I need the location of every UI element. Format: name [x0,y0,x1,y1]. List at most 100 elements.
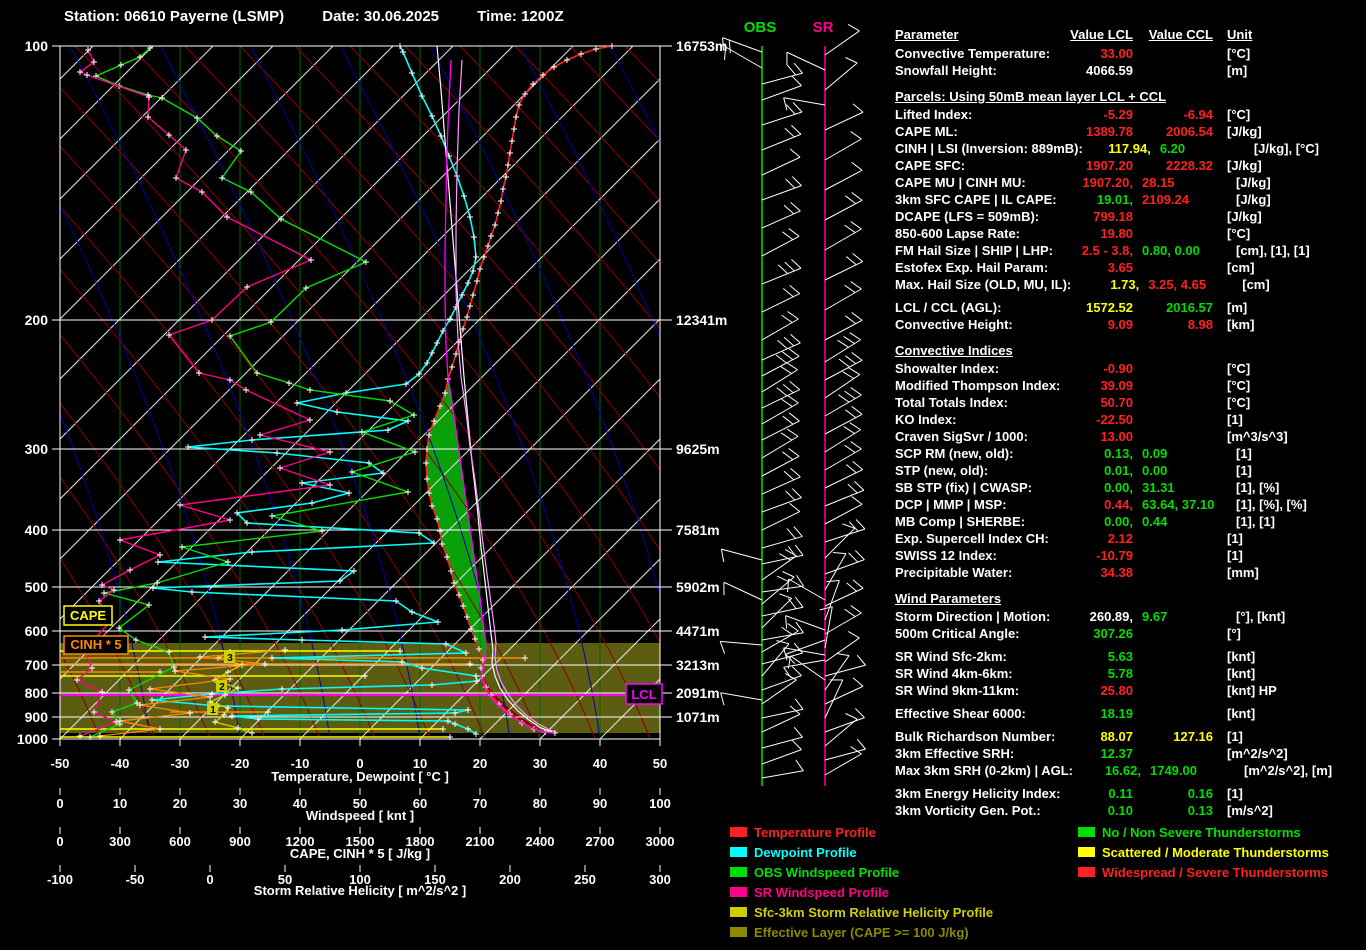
value-lcl: 50.70 [1065,394,1133,411]
value-lcl: 0.00, [1065,513,1133,530]
table-row: Convective Temperature: 33.00 [°C] [895,45,1360,62]
table-row: 850-600 Lapse Rate: 19.80 [°C] [895,225,1360,242]
table-row: SR Wind Sfc-2km: 5.63 [knt] [895,648,1360,665]
svg-text:CAPE, CINH * 5 [ J/kg ]: CAPE, CINH * 5 [ J/kg ] [290,846,430,861]
value-lcl: 39.09 [1065,377,1133,394]
table-row: Snowfall Height: 4066.59 [m] [895,62,1360,79]
table-row: 3km Effective SRH: 12.37 [m^2/s^2] [895,745,1360,762]
param-label: Precipitable Water: [895,564,1065,581]
unit: [°C] [1227,45,1250,62]
legend-label: No / Non Severe Thunderstorms [1102,825,1301,840]
unit: [m] [1227,299,1247,316]
value-lcl: 1572.52 [1065,299,1133,316]
unit: [°C] [1227,106,1250,123]
svg-text:4471m: 4471m [676,623,720,639]
param-label: Total Totals Index: [895,394,1065,411]
value-ccl: 0.00 [1133,462,1222,479]
value-lcl: 18.19 [1065,705,1133,722]
param-label: LCL / CCL (AGL): [895,299,1065,316]
table-row: 500m Critical Angle: 307.26 [°] [895,625,1360,642]
value-ccl [1133,682,1213,699]
table-row: DCAPE (LFS = 509mB): 799.18 [J/kg] [895,208,1360,225]
value-ccl: 28.15 [1133,174,1222,191]
legend-swatch-icon [730,927,747,937]
value-ccl [1133,705,1213,722]
param-label: Bulk Richardson Number: [895,728,1065,745]
unit: [J/kg], [°C] [1254,140,1319,157]
unit: [mm] [1227,564,1259,581]
unit: [°], [knt] [1236,608,1285,625]
param-label: DCAPE (LFS = 509mB): [895,208,1065,225]
legend-swatch-icon [1078,867,1095,877]
svg-text:-100: -100 [47,872,73,887]
value-ccl: 8.98 [1133,316,1213,333]
param-label: Lifted Index: [895,106,1065,123]
value-ccl: 63.64, 37.10 [1133,496,1222,513]
table-row: STP (new, old): 0.01, 0.00 [1] [895,462,1360,479]
value-lcl: 799.18 [1065,208,1133,225]
param-label: Max 3km SRH (0-2km) | AGL: [895,762,1073,779]
legend-item: Temperature Profile [730,822,993,842]
svg-text:400: 400 [25,522,49,538]
unit: [m] [1227,62,1247,79]
param-label: SWISS 12 Index: [895,547,1065,564]
value-ccl [1133,428,1213,445]
svg-text:80: 80 [533,796,547,811]
value-lcl: 1389.78 [1065,123,1133,140]
param-label: 850-600 Lapse Rate: [895,225,1065,242]
value-ccl: 0.13 [1133,802,1213,819]
value-lcl: 25.80 [1065,682,1133,699]
unit: [1] [1227,728,1243,745]
value-ccl [1133,745,1213,762]
svg-text:900: 900 [25,709,49,725]
svg-text:12341m: 12341m [676,312,727,328]
table-row: CAPE ML: 1389.78 2006.54 [J/kg] [895,123,1360,140]
value-ccl [1133,411,1213,428]
value-lcl: -5.29 [1065,106,1133,123]
value-lcl: 2.5 - 3.8, [1065,242,1133,259]
unit: [1], [1] [1236,513,1275,530]
param-label: STP (new, old): [895,462,1065,479]
value-lcl: 34.38 [1065,564,1133,581]
svg-text:3000: 3000 [646,834,675,849]
unit: [1] [1236,462,1252,479]
table-row: 3km Vorticity Gen. Pot.: 0.10 0.13 [m/s^… [895,802,1360,819]
table-header: Parameter Value LCL Value CCL Unit [895,26,1360,45]
svg-text:CINH * 5: CINH * 5 [70,637,121,652]
value-ccl [1133,648,1213,665]
value-lcl: 0.13, [1065,445,1133,462]
value-ccl: 127.16 [1133,728,1213,745]
svg-text:250: 250 [574,872,596,887]
table-row: Max. Hail Size (OLD, MU, IL): 1.73, 3.25… [895,276,1360,293]
legend-item: Sfc-3km Storm Relative Helicity Profile [730,902,993,922]
value-lcl: 0.11 [1065,785,1133,802]
svg-text:800: 800 [25,685,49,701]
value-ccl: 2016.57 [1133,299,1213,316]
param-label: 3km Effective SRH: [895,745,1065,762]
svg-text:200: 200 [499,872,521,887]
legend-label: Dewpoint Profile [754,845,857,860]
table-row: SR Wind 4km-6km: 5.78 [knt] [895,665,1360,682]
svg-text:-20: -20 [231,756,250,771]
param-label: Snowfall Height: [895,62,1065,79]
param-label: 3km Energy Helicity Index: [895,785,1065,802]
table-row: SR Wind 9km-11km: 25.80 [knt] HP [895,682,1360,699]
param-label: Estofex Exp. Hail Param: [895,259,1065,276]
unit: [°C] [1227,394,1250,411]
svg-text:-50: -50 [51,756,70,771]
table-row: Exp. Supercell Index CH: 2.12 [1] [895,530,1360,547]
svg-text:30: 30 [233,796,247,811]
legend-swatch-icon [730,827,747,837]
legend-swatch-icon [730,907,747,917]
value-lcl: 0.44, [1065,496,1133,513]
unit: [°] [1227,625,1241,642]
table-row: Precipitable Water: 34.38 [mm] [895,564,1360,581]
param-label: SR Wind Sfc-2km: [895,648,1065,665]
legend-label: Scattered / Moderate Thunderstorms [1102,845,1329,860]
value-lcl: 5.63 [1065,648,1133,665]
svg-text:2091m: 2091m [676,685,720,701]
value-lcl: -10.79 [1065,547,1133,564]
table-row: SCP RM (new, old): 0.13, 0.09 [1] [895,445,1360,462]
sounding-app: Station: 06610 Payerne (LSMP) Date: 30.0… [0,0,1366,950]
param-label: MB Comp | SHERBE: [895,513,1065,530]
